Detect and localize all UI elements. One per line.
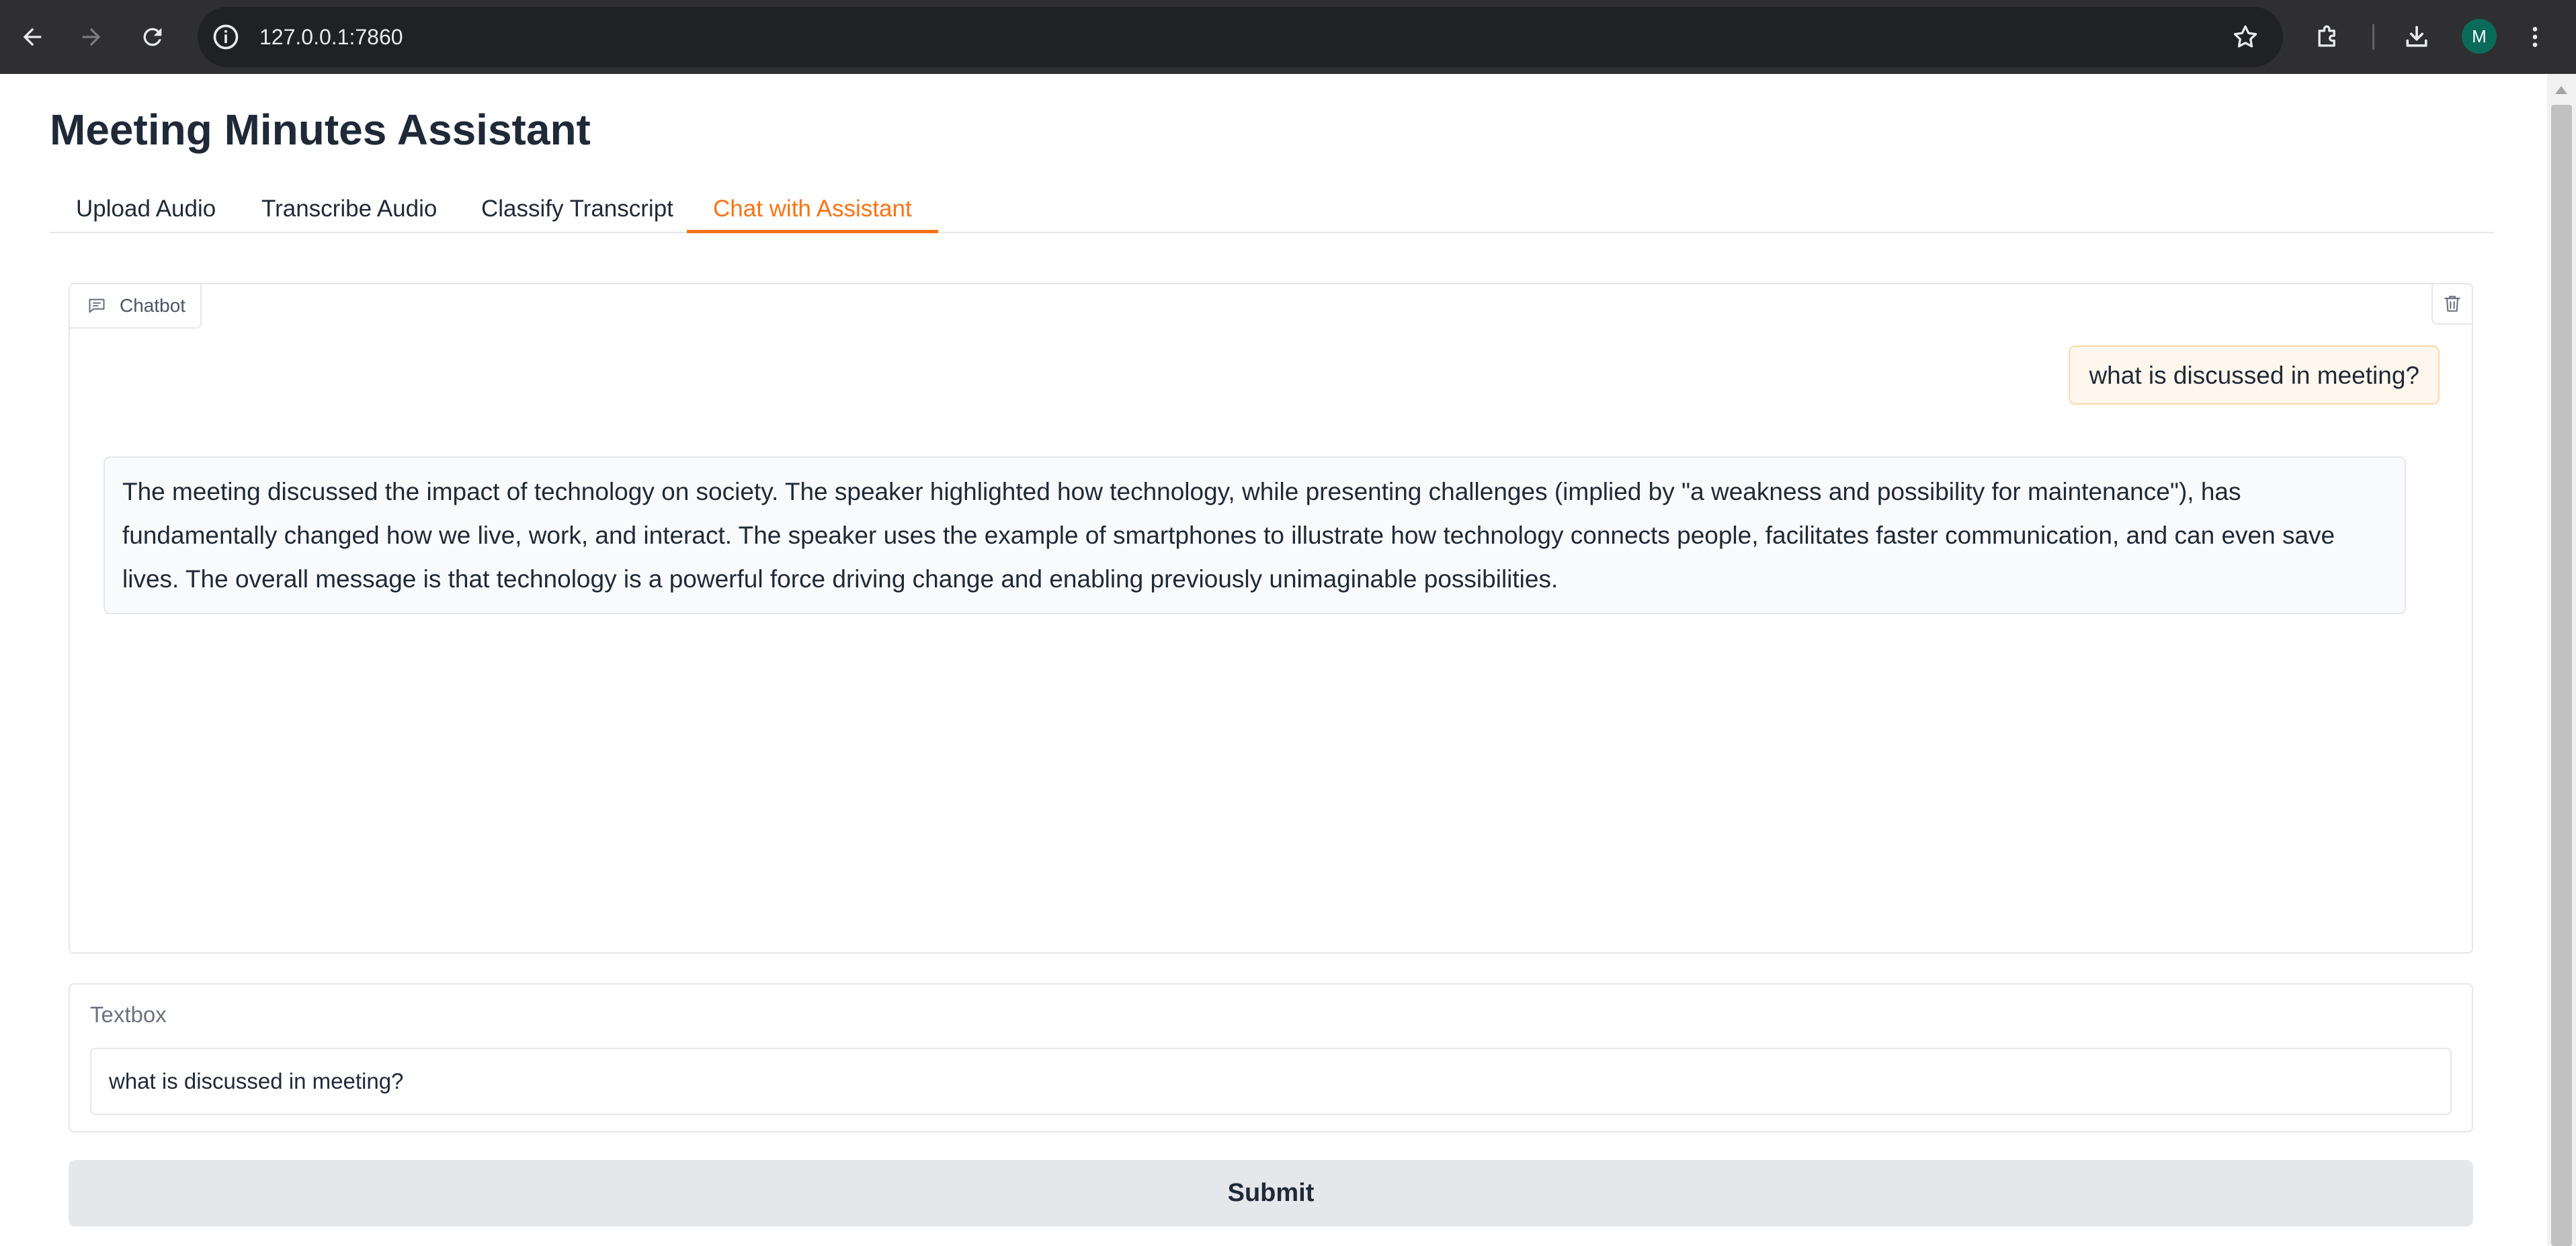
tab-chat-with-assistant[interactable]: Chat with Assistant xyxy=(687,185,938,233)
message-input[interactable] xyxy=(90,1048,2452,1115)
extensions-icon xyxy=(2318,25,2335,47)
more-menu-button[interactable] xyxy=(2522,18,2548,56)
forward-button[interactable] xyxy=(73,18,110,56)
download-icon xyxy=(2406,26,2427,47)
back-arrow-icon xyxy=(23,28,42,46)
chatbot-label-text: Chatbot xyxy=(120,295,186,316)
address-bar[interactable]: 127.0.0.1:7860 xyxy=(198,7,2283,67)
profile-avatar[interactable]: M xyxy=(2462,19,2497,54)
assistant-message: The meeting discussed the impact of tech… xyxy=(103,456,2406,614)
trash-icon xyxy=(2444,296,2460,312)
submit-button[interactable]: Submit xyxy=(69,1160,2473,1227)
tab-bar: Upload Audio Transcribe Audio Classify T… xyxy=(50,185,2494,233)
downloads-button[interactable] xyxy=(2398,18,2436,56)
user-message: what is discussed in meeting? xyxy=(2069,345,2440,405)
site-info-icon[interactable] xyxy=(211,22,241,52)
textbox-panel: Textbox xyxy=(69,983,2473,1132)
chatbot-label: Chatbot xyxy=(70,284,202,329)
textbox-label: Textbox xyxy=(90,1002,167,1027)
forward-arrow-icon xyxy=(82,28,101,46)
tab-transcribe-audio[interactable]: Transcribe Audio xyxy=(235,185,463,233)
url-text[interactable]: 127.0.0.1:7860 xyxy=(259,7,403,67)
browser-toolbar: 127.0.0.1:7860 M xyxy=(0,0,2576,74)
page-scrollbar[interactable] xyxy=(2547,74,2576,1246)
tab-classify-transcript[interactable]: Classify Transcript xyxy=(455,185,700,233)
back-button[interactable] xyxy=(13,18,51,56)
scrollbar-thumb[interactable] xyxy=(2551,105,2572,1246)
reload-button[interactable] xyxy=(134,18,171,56)
clear-chat-button[interactable] xyxy=(2432,284,2472,325)
toolbar-divider xyxy=(2372,24,2374,50)
more-menu-icon xyxy=(2532,27,2538,47)
app-page: Meeting Minutes Assistant Upload Audio T… xyxy=(0,74,2547,1246)
reload-icon xyxy=(143,28,162,46)
chat-bubble-icon xyxy=(89,298,105,313)
chatbot-panel: Chatbot what is discussed in meeting? Th… xyxy=(69,283,2473,954)
extensions-button[interactable] xyxy=(2309,18,2347,56)
bookmark-star-icon[interactable] xyxy=(2231,22,2260,52)
scroll-up-arrow-icon[interactable] xyxy=(2555,86,2567,94)
tab-upload-audio[interactable]: Upload Audio xyxy=(50,185,242,233)
page-title: Meeting Minutes Assistant xyxy=(50,106,591,154)
